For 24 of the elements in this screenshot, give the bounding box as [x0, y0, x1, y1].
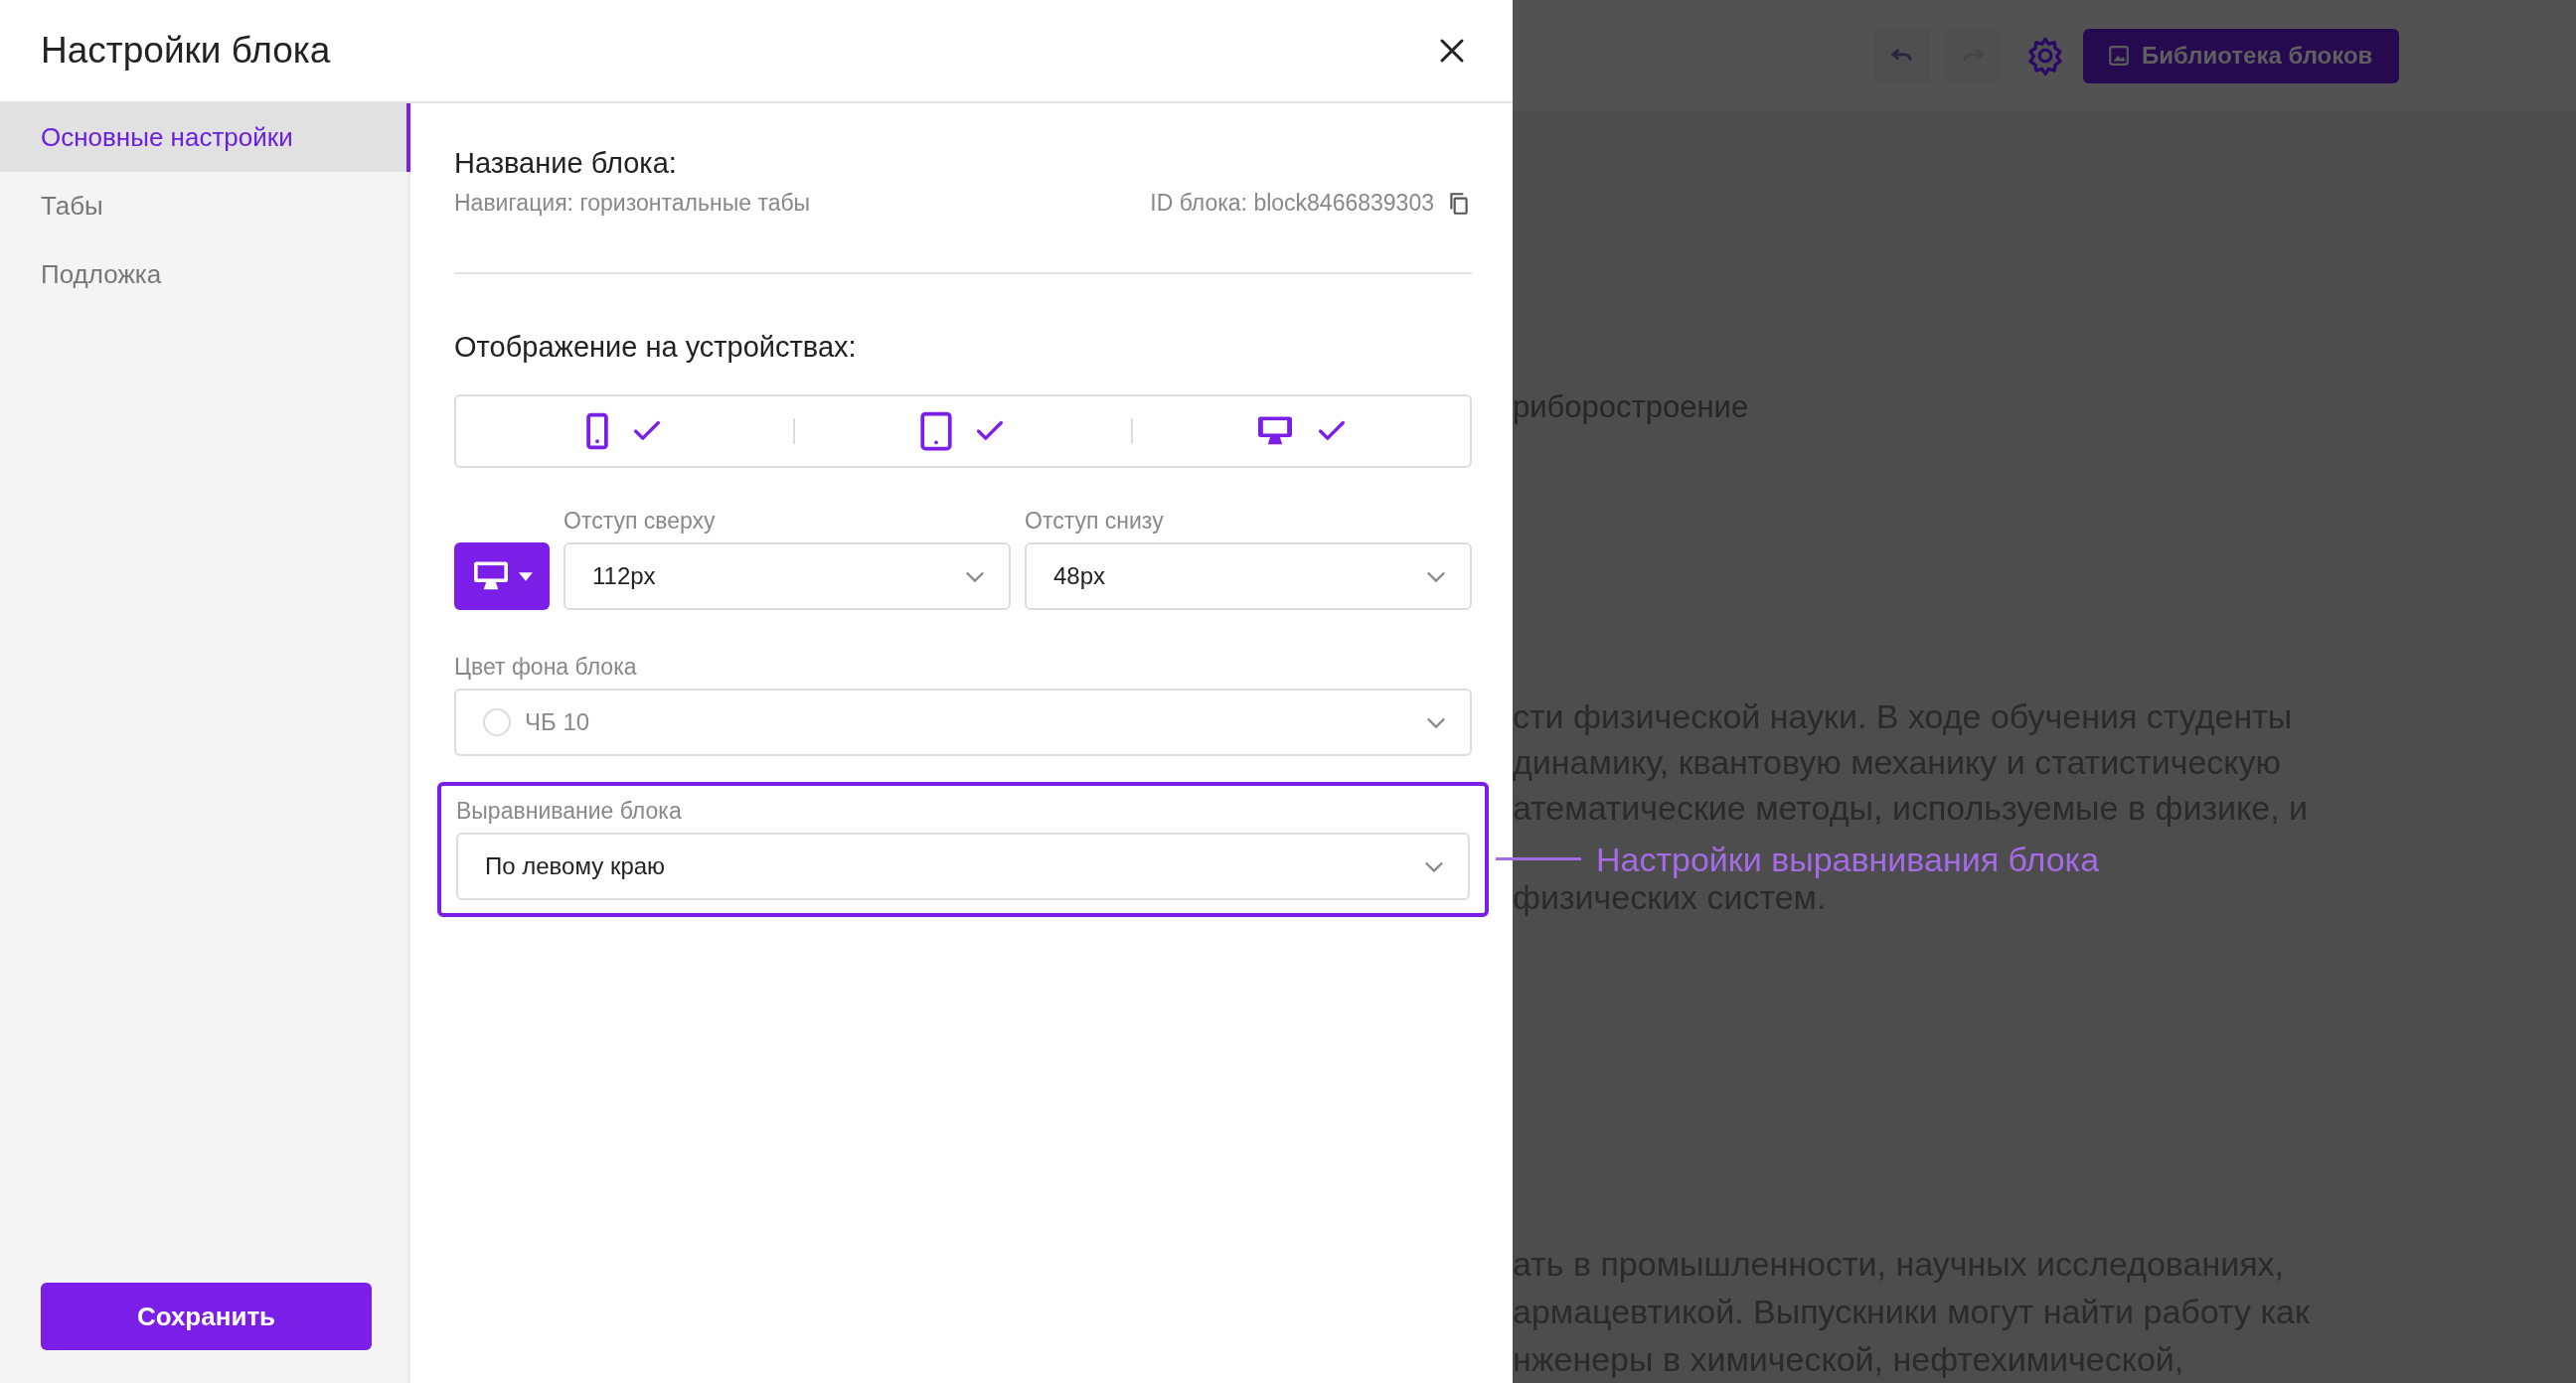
field-label: Выравнивание блока [456, 798, 683, 825]
tablet-icon[interactable] [919, 411, 953, 451]
field-label: Отступ сверху [564, 508, 717, 535]
dialog-title: Настройки блока [41, 30, 331, 72]
top-spacing-select[interactable]: 112px [564, 542, 1011, 610]
bottom-spacing-select[interactable]: 48px [1025, 542, 1472, 610]
caret-icon [519, 571, 533, 581]
phone-icon[interactable] [584, 412, 611, 450]
device-dropdown-button[interactable] [454, 542, 550, 610]
field-label: Отступ снизу [1025, 508, 1165, 535]
sidebar-item[interactable]: Подложка [0, 240, 407, 309]
annotation-label: Настройки выравнивания блока [1596, 840, 2100, 879]
block-id: ID блока: block8466839303 [1150, 190, 1434, 217]
sidebar-item[interactable]: Табы [0, 172, 407, 240]
field-label: Цвет фона блока [454, 654, 638, 681]
save-button[interactable]: Сохранить [41, 1283, 372, 1350]
color-swatch [483, 708, 511, 736]
block-name-value: Навигация: горизонтальные табы [454, 190, 811, 217]
alignment-select[interactable]: По левому краю [456, 833, 1470, 900]
sidebar-item[interactable]: Основные настройки [0, 103, 410, 172]
background-color-select[interactable]: ЧБ 10 [454, 689, 1472, 756]
block-name-heading: Название блока: [454, 147, 678, 180]
devices-heading: Отображение на устройствах: [454, 331, 858, 364]
image-icon [2108, 45, 2130, 67]
